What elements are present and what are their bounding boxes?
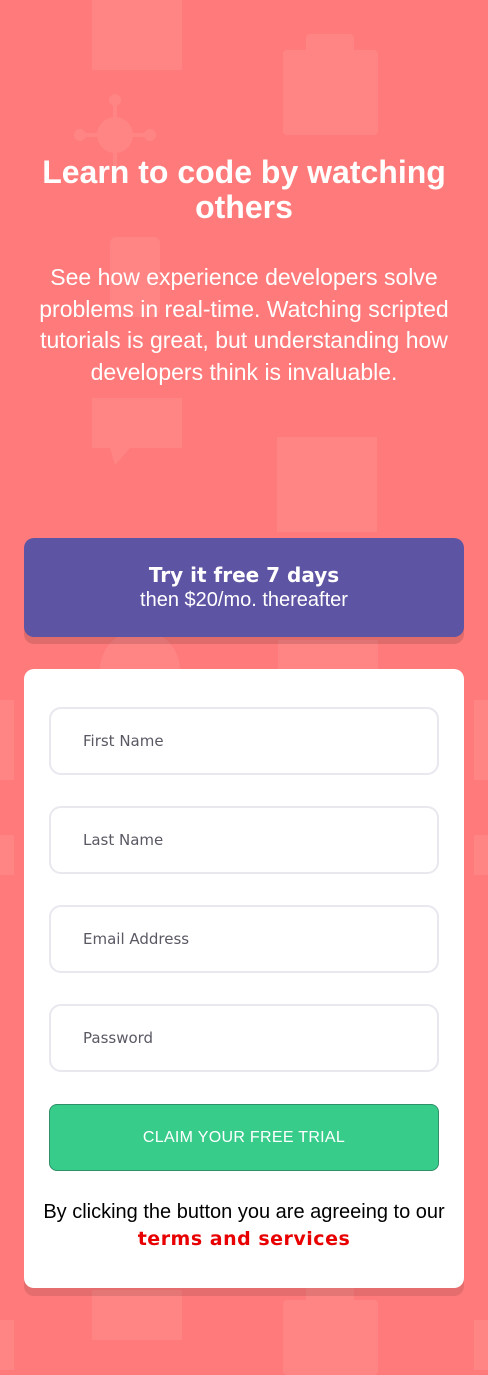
email-field [49, 905, 439, 973]
password-input[interactable] [51, 1006, 437, 1070]
chat-icon [92, 398, 182, 465]
email-input[interactable] [51, 907, 437, 971]
last-name-input[interactable] [51, 808, 437, 872]
claim-free-trial-button[interactable]: CLAIM YOUR FREE TRIAL [49, 1104, 439, 1171]
terms-notice: By clicking the button you are agreeing … [34, 1199, 454, 1253]
browser-window-icon [277, 437, 377, 532]
house-icon [92, 0, 182, 70]
signup-form: CLAIM YOUR FREE TRIAL By clicking the bu… [24, 669, 464, 1288]
terms-prefix: By clicking the button you are agreeing … [43, 1201, 445, 1223]
trial-offer-banner: Try it free 7 days then $20/mo. thereaft… [24, 538, 464, 637]
trial-offer-headline: Try it free 7 days [148, 563, 340, 587]
page-title: Learn to code by watching others [42, 154, 446, 225]
hero-description: See how experience developers solve prob… [39, 264, 449, 385]
first-name-field [49, 707, 439, 775]
terms-link[interactable]: terms and services [138, 1228, 351, 1250]
last-name-field [49, 806, 439, 874]
password-field [49, 1004, 439, 1072]
trial-offer-price: then $20/mo. thereafter [140, 589, 348, 611]
first-name-input[interactable] [51, 709, 437, 773]
toolbox-icon [283, 34, 378, 135]
